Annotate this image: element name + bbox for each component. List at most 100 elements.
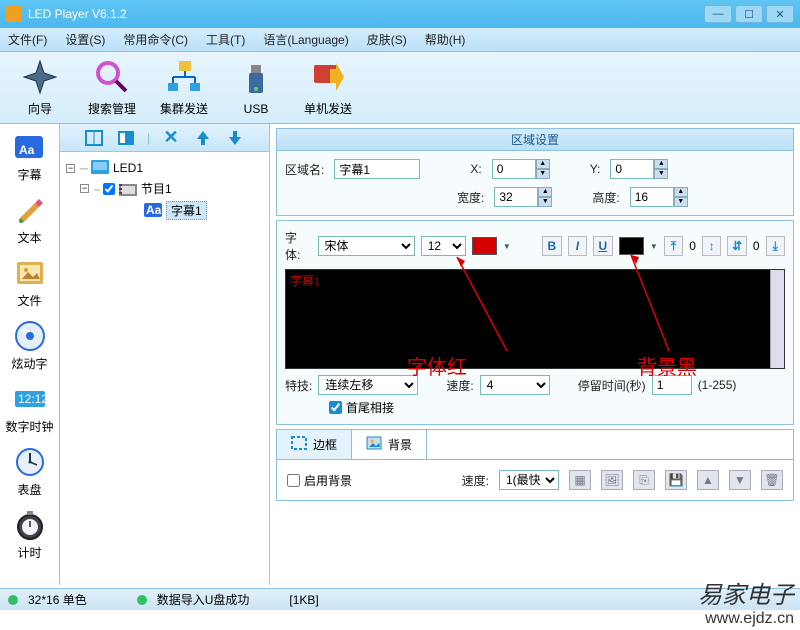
sidebar-digital-clock[interactable]: 12:12 数字时钟 (0, 382, 59, 435)
status-dot-1 (8, 595, 18, 605)
region-name-label: 区域名: (285, 161, 324, 178)
bg-color-box[interactable] (619, 237, 644, 255)
toolbar-cluster-send[interactable]: 集群发送 (152, 58, 216, 117)
bold-button[interactable]: B (542, 236, 561, 256)
font-color-box[interactable] (472, 237, 497, 255)
right-content: 区域设置 区域名: X: ▲▼ Y: ▲▼ 宽度: ▲▼ 高度: ▲▼ 字体 (270, 124, 800, 585)
menu-skin[interactable]: 皮肤(S) (367, 31, 407, 48)
disc-icon (13, 319, 47, 353)
align-btn2[interactable]: ⇵ (727, 236, 746, 256)
minimize-button[interactable]: — (704, 5, 732, 23)
tree-subtitle[interactable]: Aa 字幕1 (66, 199, 263, 222)
sidebar-animate[interactable]: 炫动字 (0, 319, 59, 372)
toolbar-search[interactable]: 搜索管理 (80, 58, 144, 117)
y-up[interactable]: ▲ (654, 159, 668, 169)
titlebar: LED Player V6.1.2 — ☐ ✕ (0, 0, 800, 28)
x-input[interactable] (492, 159, 536, 179)
enable-bg-label: 启用背景 (304, 472, 352, 489)
menu-help[interactable]: 帮助(H) (425, 31, 466, 48)
tree-panel: | ✕ − ···· LED1 − ··· 节目1 Aa 字幕1 (60, 124, 270, 585)
bg-btn-save[interactable]: 💾 (665, 470, 687, 490)
bg-speed-select[interactable]: 1(最快 (499, 470, 559, 490)
spacing-value-2: 0 (753, 239, 760, 253)
bg-btn-delete[interactable]: 🗑 (761, 470, 783, 490)
main-toolbar: 向导 搜索管理 集群发送 USB 单机发送 (0, 52, 800, 124)
main-area: Aa 字幕 文本 文件 炫动字 12:12 数字时钟 表盘 计时 (0, 124, 800, 585)
svg-text:Aa: Aa (19, 143, 35, 157)
bg-btn-grid[interactable]: ▦ (569, 470, 591, 490)
loop-label: 首尾相接 (346, 399, 394, 416)
enable-bg-checkbox[interactable] (287, 474, 300, 487)
align-bottom-button[interactable]: ⤓ (766, 236, 785, 256)
tree-down-button[interactable] (224, 128, 246, 148)
speed-label: 速度: (446, 377, 473, 394)
align-top-button[interactable]: ⤒ (664, 236, 683, 256)
menu-language[interactable]: 语言(Language) (263, 31, 348, 48)
tree-delete-button[interactable]: ✕ (160, 128, 182, 148)
toolbar-single-send[interactable]: 单机发送 (296, 58, 360, 117)
program-checkbox[interactable] (103, 183, 115, 195)
tree-toolbar: | ✕ (60, 124, 269, 152)
region-panel: 区域设置 区域名: X: ▲▼ Y: ▲▼ 宽度: ▲▼ 高度: ▲▼ (276, 128, 794, 216)
tab-background[interactable]: 背景 (352, 430, 427, 459)
bg-btn-down[interactable]: ▼ (729, 470, 751, 490)
digital-clock-icon: 12:12 (13, 382, 47, 416)
sidebar-analog-clock[interactable]: 表盘 (0, 445, 59, 498)
y-down[interactable]: ▼ (654, 169, 668, 179)
stopwatch-icon (13, 508, 47, 542)
effect-label: 特技: (285, 377, 312, 394)
toolbar-wizard[interactable]: 向导 (8, 58, 72, 117)
bg-btn-copy[interactable]: ⎘ (633, 470, 655, 490)
bg-speed-label: 速度: (462, 472, 489, 489)
film-icon (119, 181, 137, 197)
tree-grid-icon[interactable] (83, 128, 105, 148)
preview-scrollbar[interactable] (770, 270, 784, 368)
menu-tools[interactable]: 工具(T) (206, 31, 245, 48)
tabs-container: 边框 背景 启用背景 速度: 1(最快 ▦ 🖼 ⎘ 💾 ▲ (276, 429, 794, 501)
align-mid-button[interactable]: ↕ (702, 236, 721, 256)
sidebar-file[interactable]: 文件 (0, 256, 59, 309)
height-input[interactable] (630, 187, 674, 207)
maximize-button[interactable]: ☐ (735, 5, 763, 23)
tab-border[interactable]: 边框 (277, 430, 352, 459)
subtitle-small-icon: Aa (144, 203, 162, 219)
preview-text: 字幕1 (290, 272, 320, 289)
usb-icon (237, 60, 275, 98)
speed-select[interactable]: 4 (480, 375, 550, 395)
bg-btn-up[interactable]: ▲ (697, 470, 719, 490)
bg-btn-image[interactable]: 🖼 (601, 470, 623, 490)
pencil-icon (13, 193, 47, 227)
compass-icon (21, 58, 59, 96)
close-button[interactable]: ✕ (766, 5, 794, 23)
stay-range: (1-255) (698, 378, 737, 392)
status-size: [1KB] (289, 593, 318, 607)
send-icon (309, 58, 347, 96)
font-size-select[interactable]: 12 (421, 236, 466, 256)
toolbar-usb[interactable]: USB (224, 60, 288, 116)
width-input[interactable] (494, 187, 538, 207)
effect-select[interactable]: 连续左移 (318, 375, 418, 395)
font-name-select[interactable]: 宋体 (318, 236, 415, 256)
expand-icon[interactable]: − (80, 184, 89, 193)
tree-program[interactable]: − ··· 节目1 (66, 178, 263, 199)
tree-layout-icon[interactable] (115, 128, 137, 148)
italic-button[interactable]: I (568, 236, 587, 256)
app-icon (6, 6, 22, 22)
sidebar-text[interactable]: 文本 (0, 193, 59, 246)
spacing-value-1: 0 (689, 239, 696, 253)
region-name-input[interactable] (334, 159, 420, 179)
x-down[interactable]: ▼ (536, 169, 550, 179)
x-up[interactable]: ▲ (536, 159, 550, 169)
sidebar-subtitle[interactable]: Aa 字幕 (0, 130, 59, 183)
y-input[interactable] (610, 159, 654, 179)
menu-file[interactable]: 文件(F) (8, 31, 47, 48)
tree-root[interactable]: − ···· LED1 (66, 158, 263, 178)
expand-icon[interactable]: − (66, 164, 75, 173)
sidebar-timer[interactable]: 计时 (0, 508, 59, 561)
loop-checkbox[interactable] (329, 401, 342, 414)
stay-input[interactable] (652, 375, 692, 395)
tree-up-button[interactable] (192, 128, 214, 148)
menu-settings[interactable]: 设置(S) (65, 31, 105, 48)
underline-button[interactable]: U (593, 236, 612, 256)
menu-common[interactable]: 常用命令(C) (123, 31, 188, 48)
